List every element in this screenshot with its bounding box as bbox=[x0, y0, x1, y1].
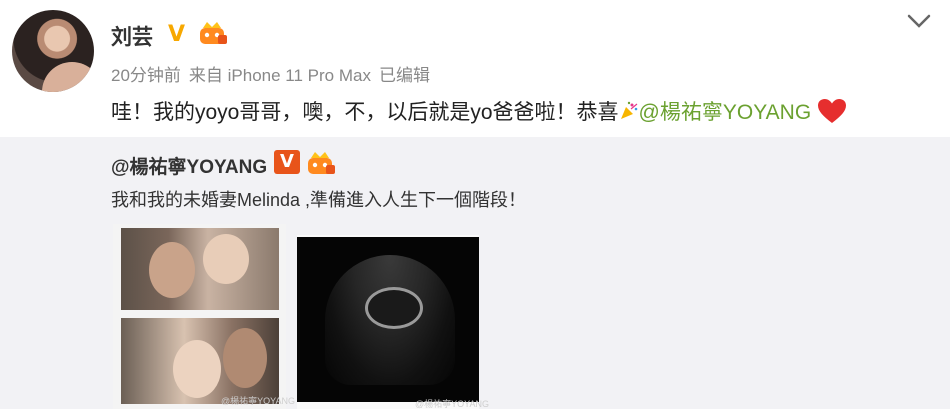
repost-text: 我和我的未婚妻Melinda ,準備進入人生下一個階段！ bbox=[111, 190, 527, 210]
post-meta: 20分钟前 来自 iPhone 11 Pro Max 已编辑 bbox=[111, 61, 438, 86]
heart-icon bbox=[818, 99, 847, 123]
face bbox=[149, 242, 195, 298]
post-text: 哇！我的yoyo哥哥，噢，不，以后就是yo爸爸啦！恭喜 @楊祐寧YOYANG bbox=[111, 96, 847, 126]
member-crown-icon bbox=[200, 22, 227, 44]
repost-verified-icon: V bbox=[274, 150, 300, 174]
avatar-shoulder bbox=[42, 62, 94, 92]
couple-photo-strip[interactable]: @楊祐寧YOYANG bbox=[113, 224, 295, 409]
post-text-body: 哇！我的yoyo哥哥，噢，不，以后就是yo爸爸啦！恭喜 bbox=[111, 101, 619, 124]
edited-label[interactable]: 已编辑 bbox=[379, 66, 430, 85]
chevron-down-icon[interactable] bbox=[906, 12, 932, 30]
ultrasound-fetus bbox=[365, 287, 423, 329]
face bbox=[203, 234, 249, 284]
post-source: 来自 iPhone 11 Pro Max bbox=[188, 66, 371, 85]
mention-link[interactable]: @楊祐寧YOYANG bbox=[639, 101, 812, 124]
repost-author-link[interactable]: @楊祐寧YOYANG bbox=[111, 152, 267, 179]
avatar[interactable] bbox=[12, 10, 94, 92]
post-time[interactable]: 20分钟前 bbox=[111, 66, 181, 85]
repost-member-crown-icon bbox=[308, 152, 335, 174]
face bbox=[223, 328, 267, 388]
image-watermark: @楊祐寧YOYANG bbox=[221, 396, 295, 406]
image-watermark: @楊祐寧YOYANG bbox=[415, 399, 489, 409]
ultrasound-photo[interactable]: @楊祐寧YOYANG bbox=[297, 235, 489, 409]
ultrasound-scan bbox=[297, 237, 479, 402]
verified-badge-icon: V bbox=[168, 22, 186, 47]
face bbox=[173, 340, 221, 398]
author-name[interactable]: 刘芸 bbox=[111, 21, 153, 51]
photo-frame-bottom bbox=[121, 318, 279, 404]
photo-frame-top bbox=[121, 228, 279, 310]
party-popper-icon bbox=[620, 101, 637, 119]
